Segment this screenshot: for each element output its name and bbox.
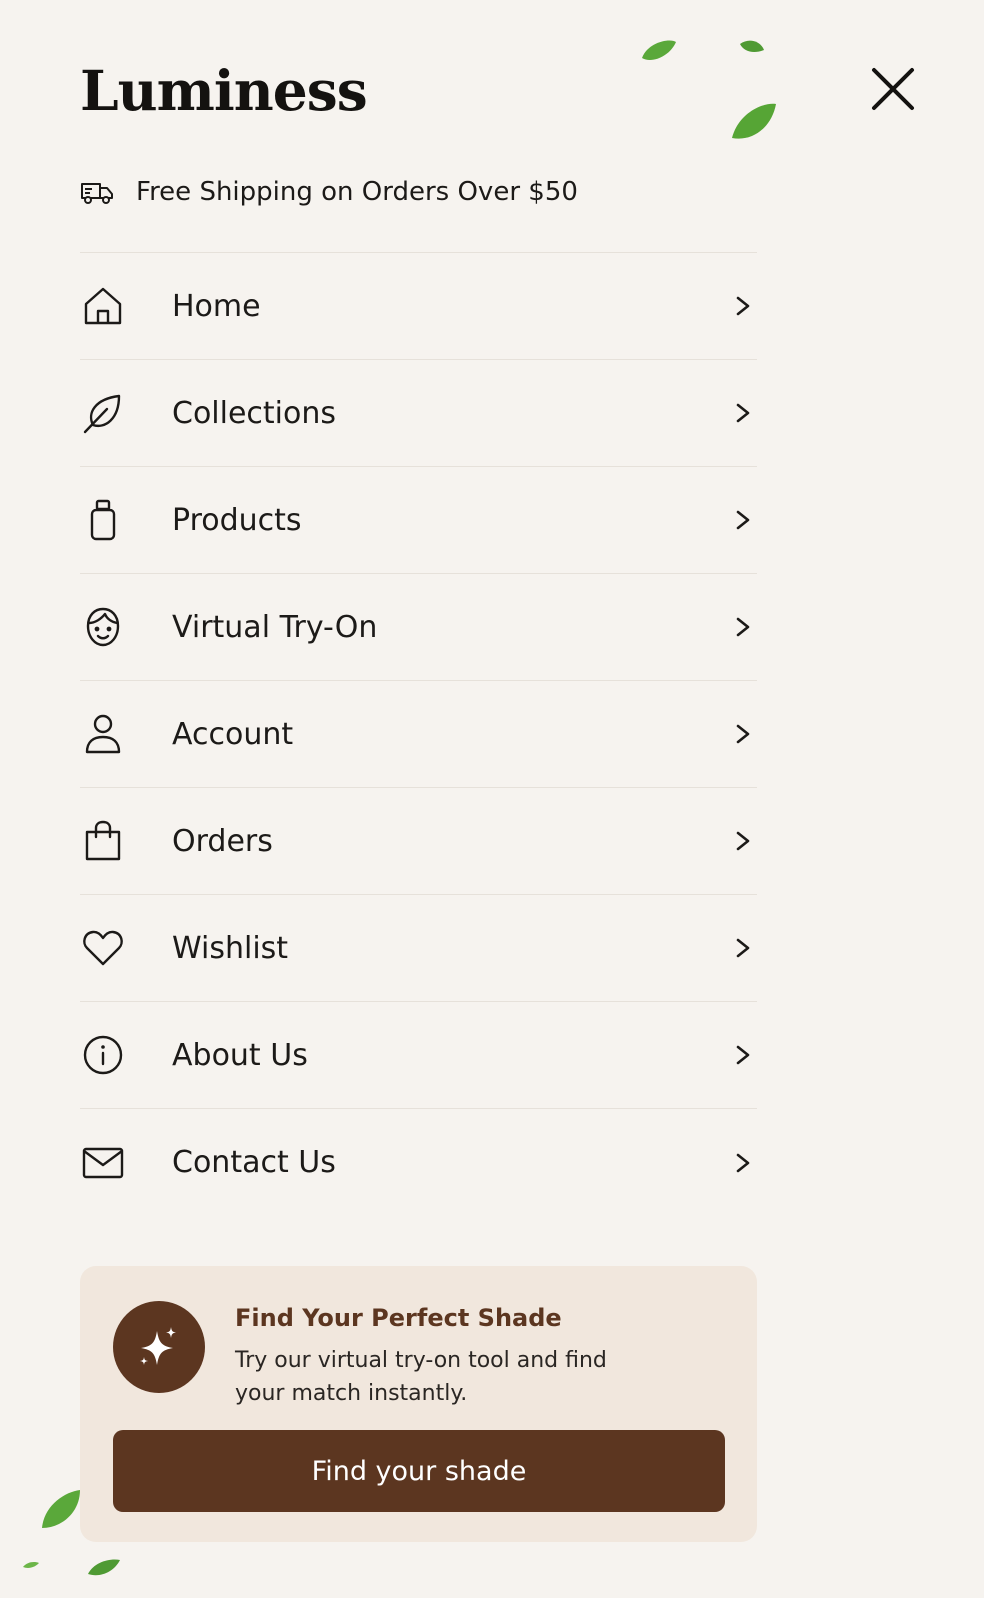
find-your-shade-button[interactable]: Find your shade xyxy=(113,1430,725,1512)
menu-item-label: About Us xyxy=(172,1037,308,1073)
leaf-icon xyxy=(83,394,121,434)
menu-item-label: Collections xyxy=(172,395,337,431)
menu-item-orders[interactable]: Orders xyxy=(80,788,757,895)
brand-logo: Luminess xyxy=(80,58,368,123)
mobile-menu-page: Luminess Free Shipping on Orders Over $5… xyxy=(0,0,984,1598)
shipping-banner: Free Shipping on Orders Over $50 xyxy=(80,170,578,214)
bottle-icon xyxy=(90,499,116,541)
promo-card: Find Your Perfect Shade Try our virtual … xyxy=(80,1266,757,1542)
chevron-right-icon xyxy=(736,296,750,316)
leaf-decoration xyxy=(642,40,676,61)
chevron-right-icon xyxy=(736,831,750,851)
shopping-bag-icon xyxy=(85,820,121,861)
menu-item-label: Wishlist xyxy=(172,930,289,966)
heart-icon xyxy=(83,930,123,966)
chevron-right-icon xyxy=(736,403,750,423)
face-icon xyxy=(86,607,120,647)
menu-item-account[interactable]: Account xyxy=(80,681,757,788)
promo-badge xyxy=(113,1301,205,1393)
menu-item-label: Contact Us xyxy=(172,1145,336,1180)
leaf-decoration xyxy=(42,1490,80,1528)
leaf-decoration xyxy=(23,1562,39,1568)
nav-menu: Home Collections Products Virtual Try-On… xyxy=(80,252,757,1216)
leaf-decoration xyxy=(740,40,764,52)
close-button[interactable] xyxy=(866,62,920,116)
truck-icon xyxy=(81,183,113,204)
chevron-right-icon xyxy=(736,510,750,530)
info-icon xyxy=(83,1035,123,1075)
chevron-right-icon xyxy=(736,1153,750,1172)
sparkle-icon xyxy=(140,1327,176,1365)
menu-item-label: Home xyxy=(172,288,261,324)
menu-item-contact-us[interactable]: Contact Us xyxy=(80,1109,757,1216)
menu-item-virtual-try-on[interactable]: Virtual Try-On xyxy=(80,574,757,681)
menu-item-label: Account xyxy=(172,716,294,752)
close-icon xyxy=(872,68,914,110)
chevron-right-icon xyxy=(736,938,750,958)
menu-item-collections[interactable]: Collections xyxy=(80,360,757,467)
leaf-decoration xyxy=(88,1559,120,1576)
menu-item-wishlist[interactable]: Wishlist xyxy=(80,895,757,1002)
menu-item-products[interactable]: Products xyxy=(80,467,757,574)
chevron-right-icon xyxy=(736,1045,750,1065)
shipping-text: Free Shipping on Orders Over $50 xyxy=(136,177,578,207)
chevron-right-icon xyxy=(736,724,750,744)
user-icon xyxy=(85,714,121,754)
menu-item-label: Products xyxy=(172,502,302,538)
promo-title: Find Your Perfect Shade xyxy=(235,1304,562,1332)
chevron-right-icon xyxy=(736,617,750,637)
menu-item-about-us[interactable]: About Us xyxy=(80,1002,757,1109)
menu-item-home[interactable]: Home xyxy=(80,253,757,360)
menu-item-label: Orders xyxy=(172,823,273,859)
promo-description: Try our virtual try-on tool and find you… xyxy=(235,1348,607,1406)
menu-item-label: Virtual Try-On xyxy=(172,609,378,645)
leaf-decoration xyxy=(732,103,776,139)
home-icon xyxy=(84,287,122,325)
mail-icon xyxy=(82,1147,124,1178)
